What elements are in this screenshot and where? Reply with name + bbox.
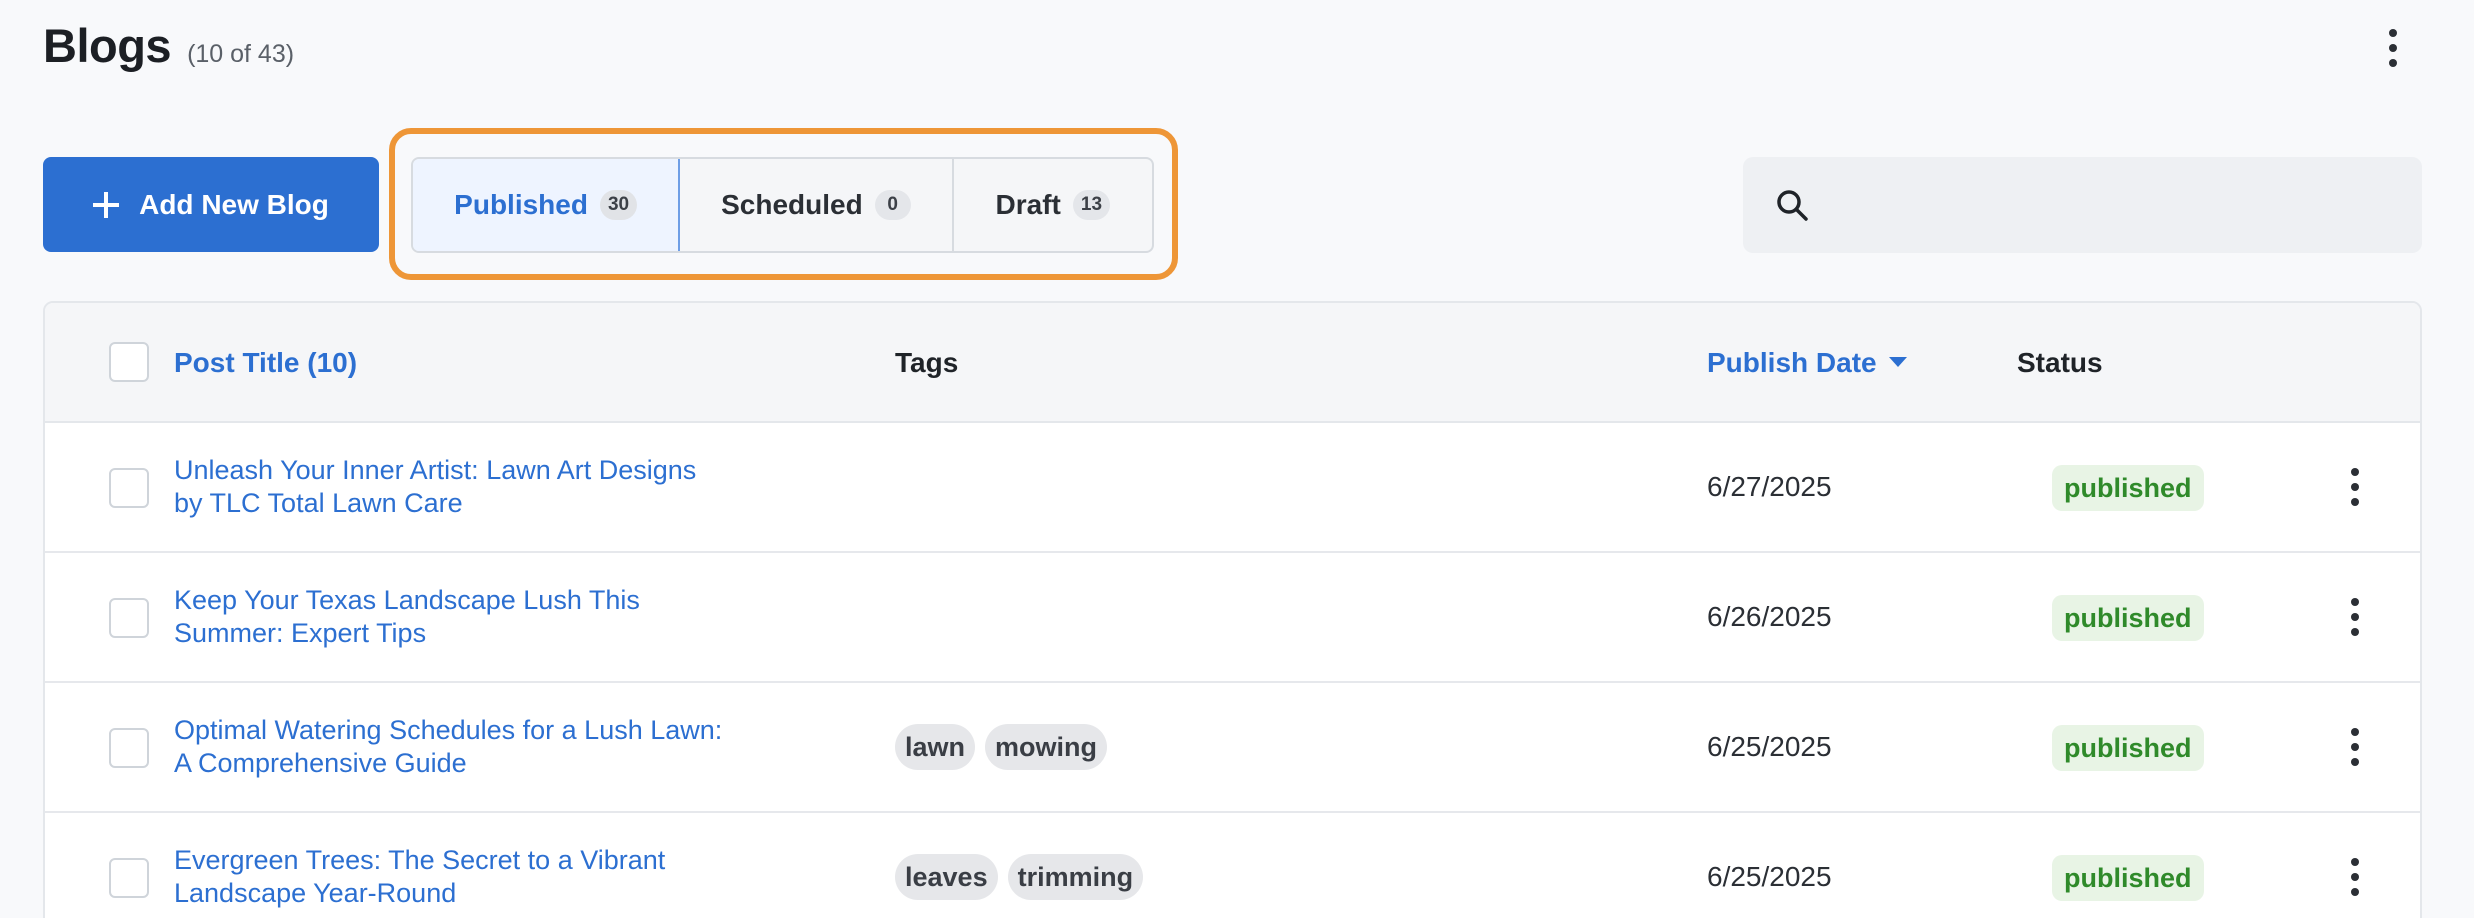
post-title-line: Evergreen Trees: The Secret to a Vibrant — [174, 845, 666, 875]
row-checkbox[interactable] — [109, 858, 149, 898]
row-more-menu-icon[interactable] — [2335, 589, 2375, 645]
post-title-line: by TLC Total Lawn Care — [174, 488, 463, 518]
page-count: (10 of 43) — [187, 40, 295, 68]
add-new-blog-label: Add New Blog — [139, 188, 329, 220]
column-status: Status — [2017, 347, 2103, 378]
row-more-menu-icon[interactable] — [2335, 849, 2375, 905]
post-title-line: Summer: Expert Tips — [174, 618, 427, 648]
search-input[interactable] — [1827, 189, 2407, 221]
tab-scheduled[interactable]: Scheduled 0 — [680, 159, 954, 251]
blogs-table: Post Title (10) Tags Publish Date Status… — [43, 301, 2422, 918]
tab-published[interactable]: Published 30 — [413, 159, 681, 251]
status-badge: published — [2052, 595, 2204, 641]
row-checkbox[interactable] — [109, 468, 149, 508]
page-more-menu-icon[interactable] — [2372, 22, 2414, 74]
page-title: Blogs — [43, 19, 172, 72]
row-checkbox[interactable] — [109, 598, 149, 638]
post-title-line: Unleash Your Inner Artist: Lawn Art Desi… — [174, 455, 697, 485]
table-row: Optimal Watering Schedules for a Lush La… — [45, 683, 2420, 813]
tag-chip[interactable]: leaves — [895, 854, 998, 900]
column-post-title[interactable]: Post Title (10) — [174, 347, 357, 379]
column-publish-date-label: Publish Date — [1707, 347, 1877, 378]
tag-chip[interactable]: trimming — [1007, 854, 1144, 900]
table-row: Keep Your Texas Landscape Lush This Summe… — [45, 553, 2420, 683]
tab-scheduled-label: Scheduled — [721, 189, 863, 220]
tab-draft[interactable]: Draft 13 — [954, 159, 1152, 251]
select-all-checkbox[interactable] — [109, 342, 149, 382]
row-tags: leaves trimming — [895, 813, 1144, 918]
row-more-menu-icon[interactable] — [2335, 719, 2375, 775]
status-badge: published — [2052, 465, 2204, 511]
tab-published-count: 30 — [599, 190, 638, 220]
column-tags: Tags — [895, 347, 959, 378]
page-header: Blogs (10 of 43) — [43, 18, 294, 78]
blogs-page: Blogs (10 of 43) Add New Blog Published … — [0, 0, 2474, 918]
publish-date: 6/25/2025 — [1707, 861, 1832, 892]
tab-published-label: Published — [454, 189, 588, 220]
post-title-link[interactable]: Evergreen Trees: The Secret to a Vibrant… — [174, 813, 814, 918]
post-title-line: Landscape Year-Round — [174, 878, 457, 908]
post-title-line: Keep Your Texas Landscape Lush This — [174, 585, 640, 615]
column-publish-date[interactable]: Publish Date — [1707, 347, 1907, 379]
add-new-blog-button[interactable]: Add New Blog — [43, 157, 379, 252]
status-badge: published — [2052, 855, 2204, 901]
publish-date: 6/27/2025 — [1707, 471, 1832, 502]
status-tabs: Published 30 Scheduled 0 Draft 13 — [411, 157, 1154, 253]
tab-draft-label: Draft — [995, 189, 1061, 220]
search-icon — [1775, 188, 1809, 222]
tag-chip[interactable]: lawn — [895, 724, 976, 770]
post-title-line: Optimal Watering Schedules for a Lush La… — [174, 715, 723, 745]
post-title-link[interactable]: Keep Your Texas Landscape Lush This Summe… — [174, 553, 814, 681]
table-row: Evergreen Trees: The Secret to a Vibrant… — [45, 813, 2420, 918]
search-box — [1743, 157, 2422, 253]
tag-chip[interactable]: mowing — [985, 724, 1108, 770]
publish-date: 6/26/2025 — [1707, 601, 1832, 632]
post-title-line: A Comprehensive Guide — [174, 748, 467, 778]
row-checkbox[interactable] — [109, 728, 149, 768]
tab-scheduled-count: 0 — [874, 190, 911, 220]
sort-desc-icon — [1888, 356, 1907, 367]
post-title-link[interactable]: Optimal Watering Schedules for a Lush La… — [174, 683, 814, 811]
post-title-link[interactable]: Unleash Your Inner Artist: Lawn Art Desi… — [174, 423, 814, 551]
table-header: Post Title (10) Tags Publish Date Status — [45, 303, 2420, 423]
table-row: Unleash Your Inner Artist: Lawn Art Desi… — [45, 423, 2420, 553]
tab-draft-count: 13 — [1072, 190, 1111, 220]
row-tags: lawn mowing — [895, 683, 1108, 811]
status-badge: published — [2052, 725, 2204, 771]
row-more-menu-icon[interactable] — [2335, 459, 2375, 515]
plus-icon — [93, 191, 120, 218]
publish-date: 6/25/2025 — [1707, 731, 1832, 762]
